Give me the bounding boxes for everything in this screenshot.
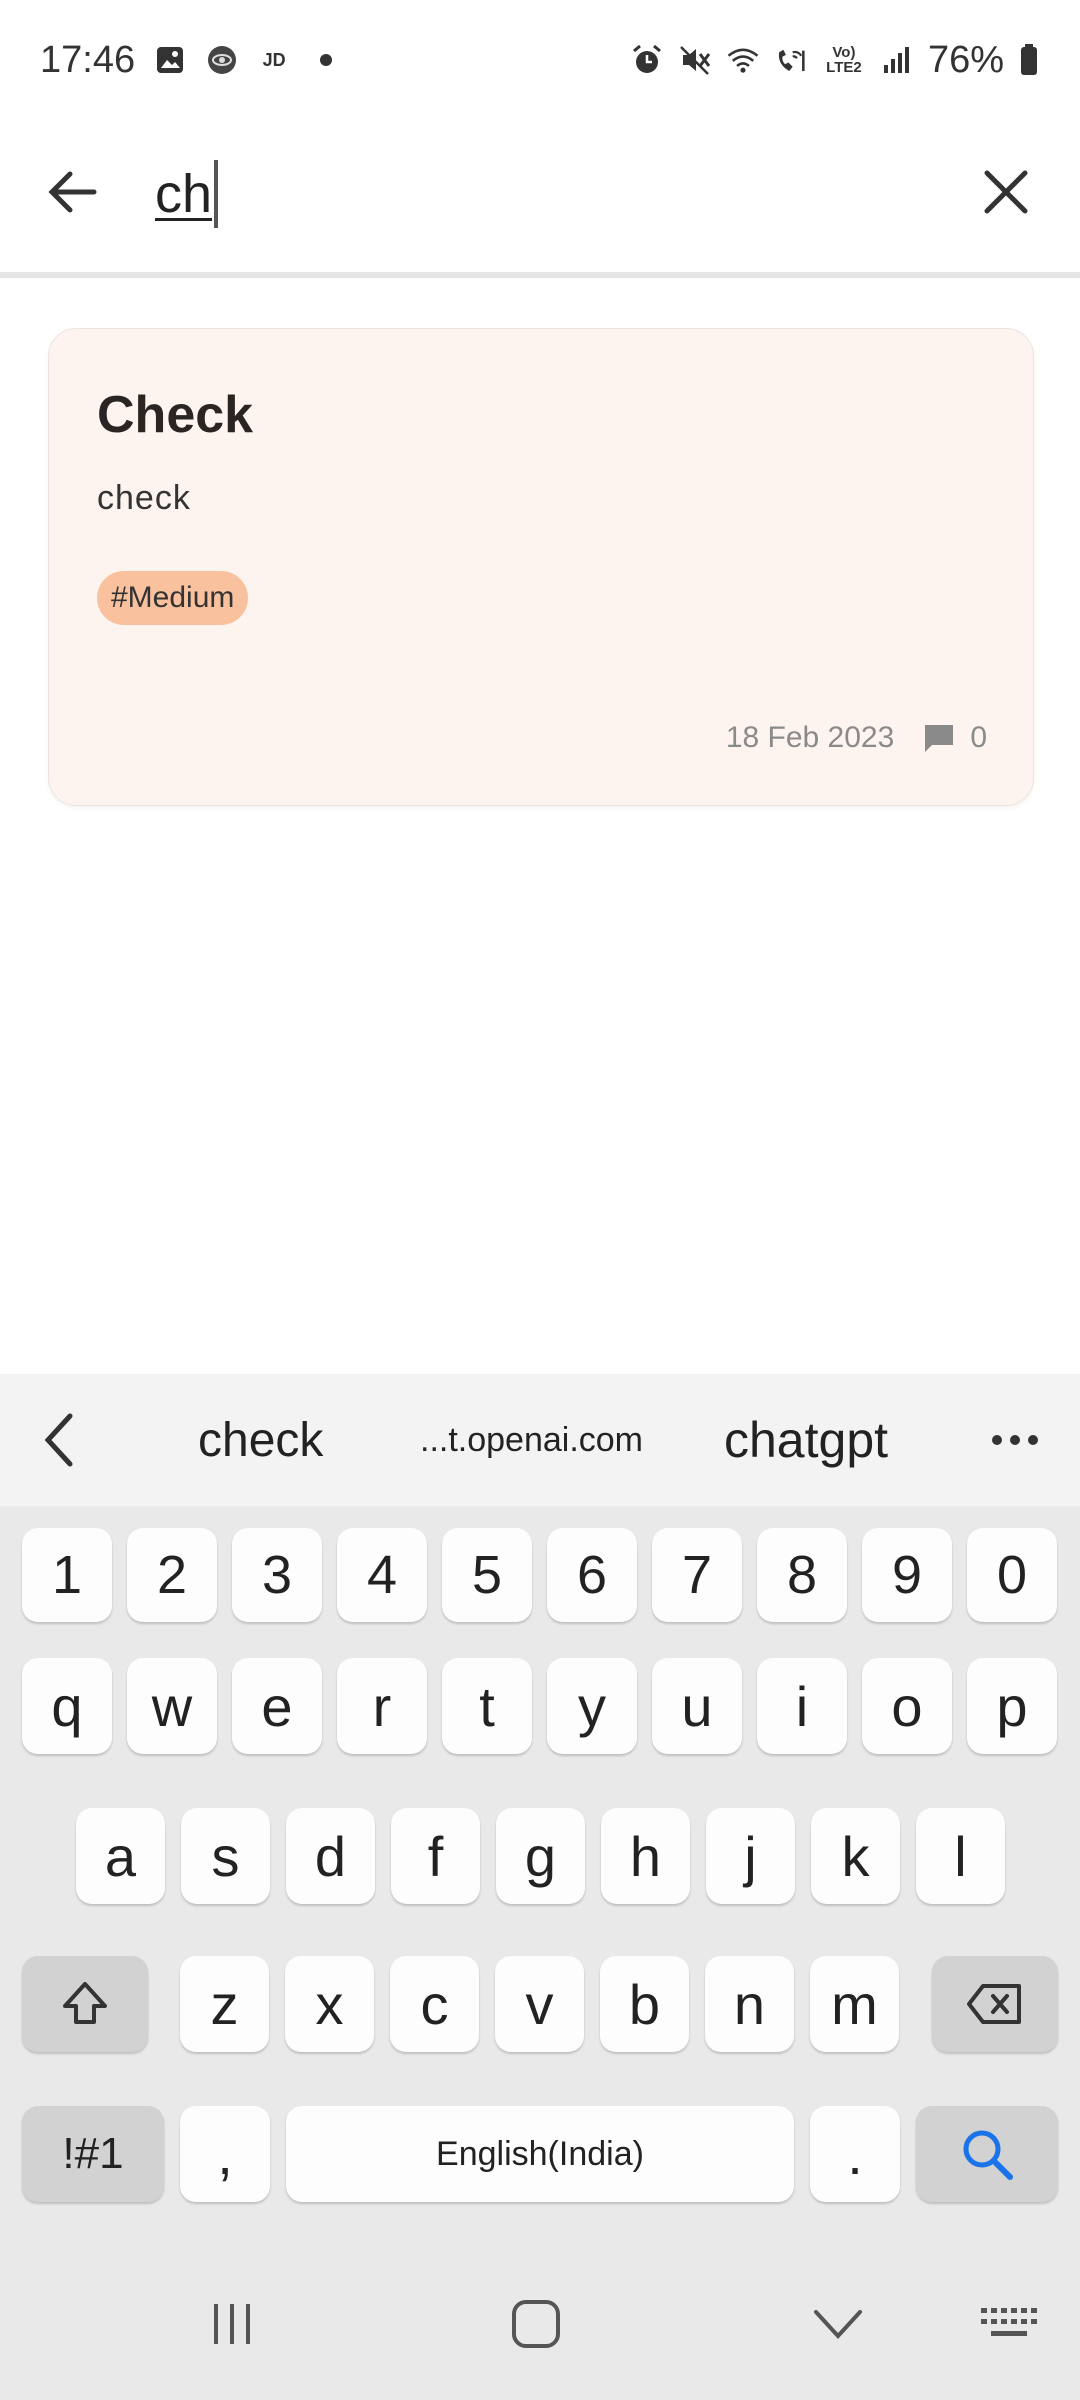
battery-percent: 76%: [927, 38, 1004, 81]
key-p[interactable]: p: [967, 1658, 1057, 1754]
search-icon: [963, 2130, 1013, 2180]
key-s[interactable]: s: [181, 1808, 270, 1904]
navigation-bar: [0, 2244, 1080, 2400]
key-j[interactable]: j: [706, 1808, 795, 1904]
volte-icon: Vo) LTE2: [826, 44, 862, 76]
key-i[interactable]: i: [757, 1658, 847, 1754]
recents-icon: [214, 2304, 250, 2344]
search-divider: [0, 272, 1080, 278]
key-k[interactable]: k: [811, 1808, 900, 1904]
key-y[interactable]: y: [547, 1658, 637, 1754]
key-8[interactable]: 8: [757, 1528, 847, 1622]
key-r[interactable]: r: [337, 1658, 427, 1754]
backspace-key[interactable]: [932, 1956, 1058, 2052]
keyboard-icon: [981, 2308, 1037, 2336]
image-icon: [153, 43, 187, 77]
arrow-left-icon: [48, 171, 97, 213]
key-f[interactable]: f: [391, 1808, 480, 1904]
comment-count: 0: [970, 721, 987, 754]
key-7[interactable]: 7: [652, 1528, 742, 1622]
space-key[interactable]: English(India): [286, 2106, 794, 2202]
home-button[interactable]: [496, 2284, 576, 2364]
search-query: ch: [155, 164, 213, 224]
search-key[interactable]: [916, 2106, 1058, 2202]
search-bar: ch: [0, 120, 1080, 276]
key-n[interactable]: n: [705, 1956, 794, 2052]
home-icon: [512, 2300, 560, 2348]
keyboard-switch-button[interactable]: [970, 2284, 1050, 2364]
text-caret: [214, 160, 219, 228]
note-footer: 18 Feb 2023 0: [726, 721, 987, 755]
chevron-left-icon: [44, 1413, 73, 1467]
key-q[interactable]: q: [22, 1658, 112, 1754]
key-4[interactable]: 4: [337, 1528, 427, 1622]
status-bar: 17:46 JD Vo) LTE2 76%: [0, 0, 1080, 120]
note-date: 18 Feb 2023: [725, 721, 895, 754]
shift-icon: [63, 1982, 107, 2024]
jd-icon: JD: [262, 50, 286, 70]
tag-chip[interactable]: #Medium: [97, 571, 249, 625]
wifi-icon: [726, 43, 760, 77]
note-card[interactable]: Check check #Medium 18 Feb 2023 0: [48, 328, 1034, 806]
key-a[interactable]: a: [76, 1808, 165, 1904]
battery-icon: [1018, 43, 1040, 77]
back-button[interactable]: [36, 156, 108, 228]
chevron-down-icon: [814, 2310, 862, 2339]
mute-icon: [678, 43, 712, 77]
suggestion-item[interactable]: ...t.openai.com: [420, 1374, 643, 1506]
suggestion-item[interactable]: chatgpt: [724, 1374, 888, 1506]
comma-key[interactable]: ,: [180, 2106, 270, 2202]
suggestion-back-button[interactable]: [30, 1410, 90, 1470]
key-t[interactable]: t: [442, 1658, 532, 1754]
recents-button[interactable]: [192, 2284, 272, 2364]
key-o[interactable]: o: [862, 1658, 952, 1754]
suggestion-bar: check ...t.openai.com chatgpt: [0, 1374, 1080, 1506]
key-6[interactable]: 6: [547, 1528, 637, 1622]
suggestion-item[interactable]: check: [198, 1374, 323, 1506]
symbols-key[interactable]: !#1: [22, 2106, 164, 2202]
shift-key[interactable]: [22, 1956, 148, 2052]
app-icon: [205, 43, 239, 77]
key-c[interactable]: c: [390, 1956, 479, 2052]
key-h[interactable]: h: [601, 1808, 690, 1904]
alarm-icon: [630, 43, 664, 77]
key-g[interactable]: g: [496, 1808, 585, 1904]
key-x[interactable]: x: [285, 1956, 374, 2052]
key-0[interactable]: 0: [967, 1528, 1057, 1622]
key-b[interactable]: b: [600, 1956, 689, 2052]
key-e[interactable]: e: [232, 1658, 322, 1754]
key-v[interactable]: v: [495, 1956, 584, 2052]
key-w[interactable]: w: [127, 1658, 217, 1754]
key-z[interactable]: z: [180, 1956, 269, 2052]
key-3[interactable]: 3: [232, 1528, 322, 1622]
more-options-button[interactable]: [990, 1410, 1040, 1470]
period-key[interactable]: .: [810, 2106, 900, 2202]
key-m[interactable]: m: [810, 1956, 899, 2052]
note-title: Check: [97, 386, 254, 444]
status-time: 17:46: [40, 38, 136, 81]
key-2[interactable]: 2: [127, 1528, 217, 1622]
dot-icon: [309, 43, 343, 77]
close-icon: [984, 170, 1028, 214]
backspace-icon: [967, 1984, 1021, 2024]
key-9[interactable]: 9: [862, 1528, 952, 1622]
signal-icon: [880, 43, 914, 77]
wifi-call-icon: [774, 43, 808, 77]
search-input[interactable]: ch: [155, 154, 219, 234]
key-5[interactable]: 5: [442, 1528, 532, 1622]
more-dots-icon: [992, 1435, 1038, 1445]
note-body: check: [97, 479, 191, 517]
key-d[interactable]: d: [286, 1808, 375, 1904]
key-1[interactable]: 1: [22, 1528, 112, 1622]
hide-keyboard-button[interactable]: [798, 2284, 878, 2364]
key-u[interactable]: u: [652, 1658, 742, 1754]
clear-button[interactable]: [970, 156, 1042, 228]
comment-icon: [925, 725, 954, 752]
key-l[interactable]: l: [916, 1808, 1005, 1904]
